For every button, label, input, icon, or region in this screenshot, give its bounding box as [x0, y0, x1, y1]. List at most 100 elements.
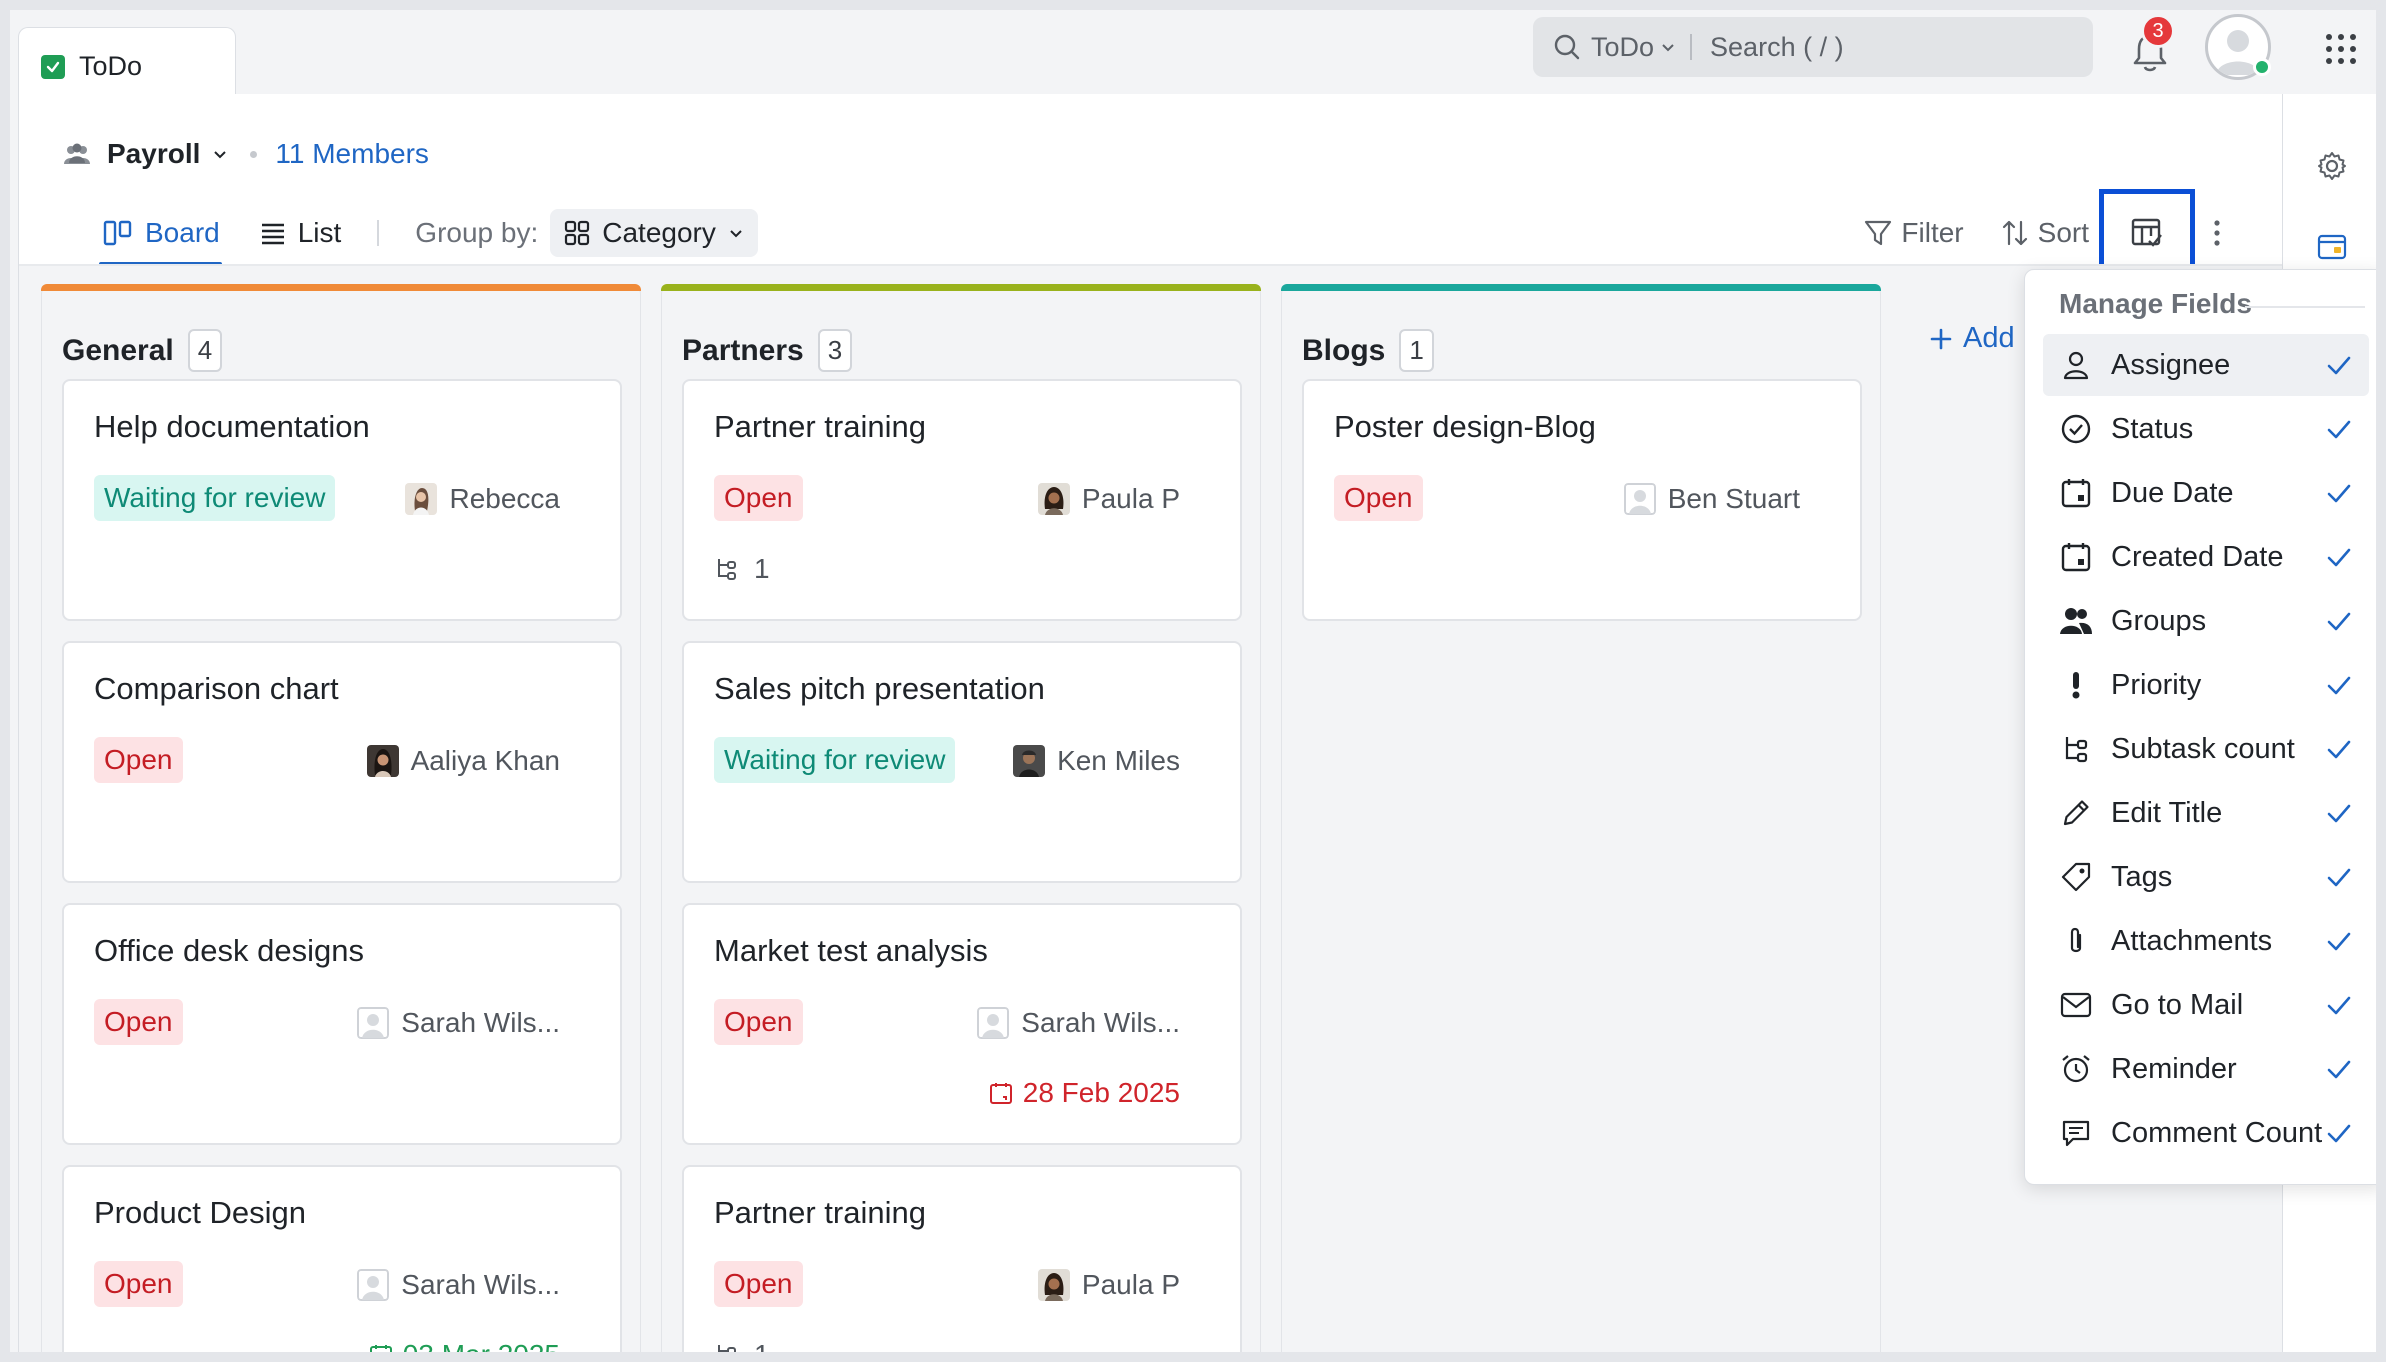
task-title[interactable]: Comparison chart	[94, 671, 339, 707]
field-edit-title[interactable]: Edit Title	[2043, 782, 2369, 844]
assignee[interactable]: Paula P	[1037, 477, 1180, 521]
task-title[interactable]: Product Design	[94, 1195, 306, 1231]
board: General 4 Help documentation Waiting for…	[19, 266, 2283, 1352]
more-options-icon[interactable]	[2211, 218, 2223, 248]
task-title[interactable]: Poster design-Blog	[1334, 409, 1596, 445]
add-column-label: Add	[1963, 322, 2015, 354]
field-assignee[interactable]: Assignee	[2043, 334, 2369, 396]
field-label: Reminder	[2111, 1052, 2237, 1085]
task-title[interactable]: Partner training	[714, 409, 926, 445]
field-groups[interactable]: Groups	[2043, 590, 2369, 652]
exclamation-icon	[2059, 668, 2093, 702]
assignee[interactable]: Sarah Wils...	[357, 1001, 560, 1045]
chevron-down-icon[interactable]	[212, 146, 228, 162]
field-label: Assignee	[2111, 348, 2231, 381]
assignee[interactable]: Rebecca	[405, 477, 560, 521]
todo-check-icon	[41, 54, 65, 79]
status-badge[interactable]: Open	[94, 999, 183, 1045]
column-color-bar	[41, 284, 641, 291]
calendar-card-icon[interactable]	[2316, 230, 2348, 262]
assignee[interactable]: Sarah Wils...	[977, 1001, 1180, 1045]
assignee[interactable]: Sarah Wils...	[357, 1263, 560, 1307]
field-go-to-mail[interactable]: Go to Mail	[2043, 974, 2369, 1036]
subtask-count[interactable]: 1	[714, 1339, 770, 1352]
task-title[interactable]: Office desk designs	[94, 933, 364, 969]
field-label: Tags	[2111, 860, 2173, 893]
status-badge[interactable]: Open	[94, 1261, 183, 1307]
due-date[interactable]: 03 Mar 2025	[369, 1339, 560, 1352]
field-label: Groups	[2111, 604, 2207, 637]
avatar	[1037, 1269, 1070, 1301]
status-badge[interactable]: Open	[94, 737, 183, 783]
subtask-count[interactable]: 1	[714, 553, 770, 585]
alarm-icon	[2059, 1052, 2093, 1086]
app-window: ToDo ToDo Search ( / ) 3 Payroll 11 Memb…	[10, 10, 2376, 1352]
task-title[interactable]: Sales pitch presentation	[714, 671, 1045, 707]
task-card[interactable]: Partner training Open Paula P 1	[682, 1165, 1242, 1352]
status-badge[interactable]: Waiting for review	[94, 475, 336, 521]
field-attachments[interactable]: Attachments	[2043, 910, 2369, 972]
apps-grid-icon[interactable]	[2326, 34, 2356, 64]
column-title: Partners	[682, 333, 804, 367]
assignee-name: Sarah Wils...	[401, 1269, 560, 1300]
group-by-dropdown[interactable]: Category	[550, 209, 758, 257]
assignee[interactable]: Aaliya Khan	[366, 739, 560, 783]
tab-list[interactable]: List	[260, 206, 341, 260]
add-column-button[interactable]: Add	[1929, 322, 2015, 355]
field-due-date[interactable]: Due Date	[2043, 462, 2369, 524]
task-title[interactable]: Partner training	[714, 1195, 926, 1231]
avatar	[357, 1269, 390, 1301]
tab-board[interactable]: Board	[99, 206, 222, 266]
check-circle-icon	[2059, 412, 2093, 446]
field-label: Status	[2111, 412, 2194, 445]
task-card[interactable]: Product Design Open Sarah Wils... 03 Mar…	[62, 1165, 622, 1352]
field-tags[interactable]: Tags	[2043, 846, 2369, 908]
check-icon	[2327, 420, 2351, 439]
task-card[interactable]: Comparison chart Open Aaliya Khan	[62, 641, 622, 883]
members-link[interactable]: 11 Members	[275, 138, 429, 170]
field-status[interactable]: Status	[2043, 398, 2369, 460]
field-priority[interactable]: Priority	[2043, 654, 2369, 716]
project-name[interactable]: Payroll	[107, 138, 200, 170]
board-icon	[103, 220, 132, 246]
check-icon	[2327, 740, 2351, 759]
status-badge[interactable]: Open	[714, 1261, 803, 1307]
status-badge[interactable]: Waiting for review	[714, 737, 956, 783]
toolbar-right: Filter Sort	[1827, 189, 2273, 277]
assignee[interactable]: Ken Miles	[1013, 739, 1180, 783]
task-card[interactable]: Sales pitch presentation Waiting for rev…	[682, 641, 1242, 883]
sort-label: Sort	[2037, 217, 2089, 248]
assignee[interactable]: Paula P	[1037, 1263, 1180, 1307]
task-card[interactable]: Office desk designs Open Sarah Wils...	[62, 903, 622, 1145]
field-created-date[interactable]: Created Date	[2043, 526, 2369, 588]
check-icon	[2327, 676, 2351, 695]
gear-icon[interactable]	[2316, 150, 2348, 182]
task-card[interactable]: Help documentation Waiting for review Re…	[62, 379, 622, 621]
status-badge[interactable]: Open	[714, 475, 803, 521]
search-scope[interactable]: ToDo	[1591, 32, 1654, 63]
column-title: Blogs	[1302, 333, 1386, 367]
notification-badge: 3	[2141, 14, 2175, 48]
calendar-icon	[2059, 540, 2093, 574]
status-badge[interactable]: Open	[714, 999, 803, 1045]
field-subtask-count[interactable]: Subtask count	[2043, 718, 2369, 780]
due-date-text: 28 Feb 2025	[1022, 1077, 1180, 1108]
field-label: Edit Title	[2111, 796, 2223, 829]
mail-icon	[2059, 988, 2093, 1022]
status-badge[interactable]: Open	[1334, 475, 1423, 521]
task-card[interactable]: Poster design-Blog Open Ben Stuart	[1302, 379, 1862, 621]
task-title[interactable]: Help documentation	[94, 409, 370, 445]
task-title[interactable]: Market test analysis	[714, 933, 988, 969]
task-card[interactable]: Partner training Open Paula P 1	[682, 379, 1242, 621]
search-bar[interactable]: ToDo Search ( / )	[1533, 17, 2093, 77]
sort-button[interactable]: Sort	[2000, 217, 2089, 249]
plus-icon	[1930, 328, 1952, 349]
filter-button[interactable]: Filter	[1863, 217, 1964, 249]
due-date[interactable]: 28 Feb 2025	[989, 1077, 1180, 1109]
assignee[interactable]: Ben Stuart	[1623, 477, 1800, 521]
task-card[interactable]: Market test analysis Open Sarah Wils... …	[682, 903, 1242, 1145]
search-placeholder[interactable]: Search ( / )	[1710, 32, 1844, 63]
check-icon	[2327, 484, 2351, 503]
field-reminder[interactable]: Reminder	[2043, 1038, 2369, 1100]
field-comment-count[interactable]: Comment Count	[2043, 1102, 2369, 1164]
